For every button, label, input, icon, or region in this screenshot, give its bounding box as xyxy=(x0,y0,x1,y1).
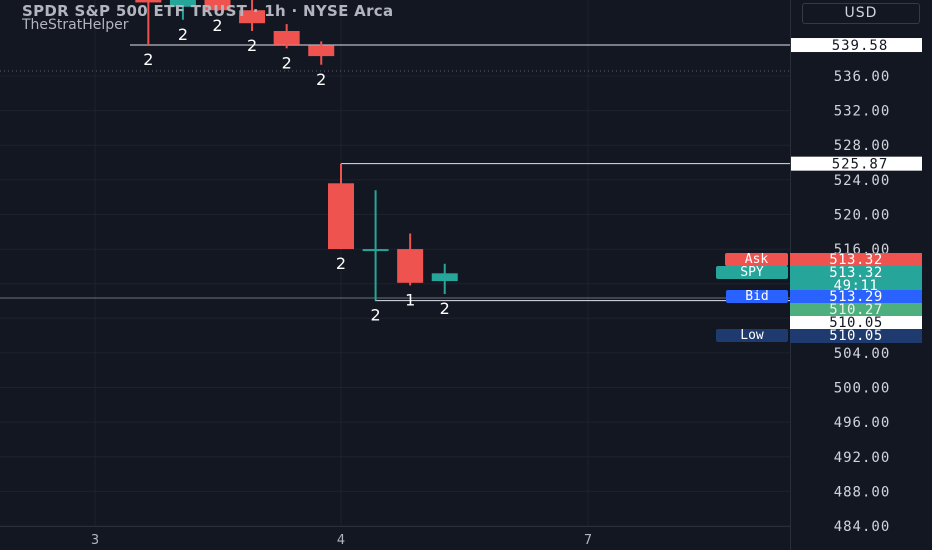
y-tick-label: 496.00 xyxy=(834,415,891,431)
candle[interactable] xyxy=(397,233,424,286)
candle-body xyxy=(397,249,424,283)
low-label: Low xyxy=(716,329,788,342)
strat-label: 2 xyxy=(440,299,450,318)
y-tick-label: 520.00 xyxy=(834,207,891,223)
strat-label: 2 xyxy=(143,50,153,69)
candle-body xyxy=(362,249,389,252)
candle[interactable] xyxy=(273,24,300,49)
bid-label: Bid xyxy=(726,290,788,303)
candle-body xyxy=(431,273,458,282)
y-tick-label: 536.00 xyxy=(834,69,891,85)
level-tag-text: 525.87 xyxy=(832,157,889,173)
strat-label: 2 xyxy=(370,306,380,325)
x-tick-label: 7 xyxy=(584,533,592,548)
symbol-label: SPY xyxy=(716,266,788,279)
y-tick-label: 528.00 xyxy=(834,138,891,154)
candle-body xyxy=(328,183,354,250)
strat-label: 2 xyxy=(336,254,346,273)
currency-button[interactable]: USD xyxy=(802,3,920,24)
strat-label: 2 xyxy=(178,25,188,44)
y-tick-label: 492.00 xyxy=(834,450,891,466)
level-tag-text: 539.58 xyxy=(832,38,889,54)
strat-label: 1 xyxy=(405,290,415,309)
candle[interactable] xyxy=(328,163,354,250)
candle[interactable] xyxy=(431,263,458,295)
y-tick-label: 484.00 xyxy=(834,519,891,535)
time-axis[interactable] xyxy=(0,527,790,550)
strat-label: 2 xyxy=(316,70,326,89)
indicator-label[interactable]: TheStratHelper xyxy=(22,17,129,33)
candle-body xyxy=(308,45,335,57)
low-price-tag: 510.05 xyxy=(790,329,922,343)
candle-body xyxy=(273,31,300,45)
strat-label: 2 xyxy=(247,36,257,55)
y-tick-label: 532.00 xyxy=(834,104,891,120)
x-tick-label: 4 xyxy=(337,533,345,548)
y-tick-label: 524.00 xyxy=(834,173,891,189)
y-tick-label: 488.00 xyxy=(834,484,891,500)
x-tick-label: 3 xyxy=(91,533,99,548)
strat-label: 2 xyxy=(282,53,292,72)
y-tick-label: 500.00 xyxy=(834,381,891,397)
y-tick-label: 504.00 xyxy=(834,346,891,362)
